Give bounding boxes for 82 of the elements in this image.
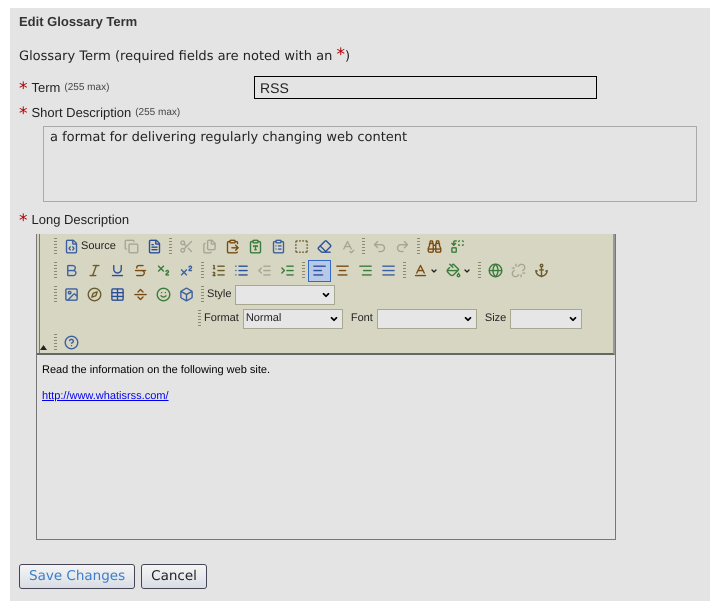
required-asterisk: * (19, 213, 28, 230)
indent-icon (280, 263, 295, 278)
subscript-icon (156, 263, 171, 278)
page-heading: Edit Glossary Term (19, 13, 138, 31)
combo-label: Style (207, 287, 232, 302)
combo-label: Size (484, 311, 506, 326)
smiley-icon (156, 287, 171, 302)
combo-label: Font (350, 311, 373, 326)
align-justify-icon (381, 263, 396, 278)
content-paragraph: Read the information on the following web site. (42, 362, 272, 378)
box-icon (179, 287, 194, 302)
toolbar-grip[interactable] (198, 310, 201, 328)
field-label: Short Description (32, 104, 132, 122)
binoculars-icon (426, 239, 442, 254)
clipboard-list-icon (270, 239, 286, 254)
help-icon (64, 335, 79, 350)
field-hint: (255 max) (135, 106, 180, 120)
copy-icon (124, 239, 139, 254)
underline-icon (110, 263, 125, 278)
superscript-icon (179, 263, 194, 278)
field-hint: (255 max) (64, 81, 110, 95)
text-color-icon (413, 263, 428, 278)
toolbar-grip[interactable] (416, 238, 420, 256)
horizontal-rule-icon (133, 287, 148, 302)
anchor-icon (534, 263, 549, 278)
caret-icon (430, 266, 438, 274)
undo-icon (372, 239, 387, 254)
toolbar-grip[interactable] (362, 238, 365, 256)
bold-icon (64, 263, 79, 278)
compass-icon (87, 287, 102, 302)
files-icon (202, 239, 217, 254)
toolbar-grip[interactable] (201, 286, 204, 304)
toolbar-grip[interactable] (403, 262, 406, 280)
redo-icon (394, 239, 410, 254)
numbered-list-icon (211, 263, 226, 278)
toolbar-grip[interactable] (54, 334, 57, 352)
unlink-icon (511, 263, 526, 278)
outdent-icon (257, 263, 272, 278)
collapse-triangle-icon[interactable] (40, 344, 47, 350)
field-label: Long Description (32, 210, 130, 229)
eraser-icon (316, 239, 332, 254)
dropdown-field[interactable] (376, 308, 477, 328)
file-code-icon (64, 239, 79, 254)
toolbar-button[interactable] (308, 260, 331, 282)
toolbar-grip[interactable] (478, 262, 481, 280)
dropdown-field[interactable] (235, 284, 336, 304)
dropdown-field[interactable] (510, 308, 582, 328)
table-icon (110, 287, 125, 302)
toolbar-grip[interactable] (168, 238, 172, 256)
toolbar-grip[interactable] (201, 262, 204, 280)
toolbar-grip[interactable] (54, 262, 57, 280)
clipboard-icon (224, 239, 240, 254)
required-asterisk: * (19, 106, 28, 123)
short-description-textarea[interactable]: a format for delivering regularly changing web content (43, 126, 697, 202)
toolbar-grip[interactable] (54, 238, 57, 256)
clipboard-text-icon (248, 239, 263, 254)
caret-icon (463, 266, 471, 274)
cancel-button[interactable]: Cancel (141, 564, 207, 588)
toolbar-grip[interactable] (54, 286, 57, 304)
document-icon (146, 239, 162, 254)
dashed-square-icon (294, 239, 309, 254)
italic-icon (87, 263, 102, 278)
align-left-icon (312, 263, 327, 278)
paint-bucket-icon (446, 263, 461, 278)
toolbar-grip[interactable] (302, 262, 305, 280)
intro-text: Glossary Term (required fields are noted with an *) (19, 44, 352, 67)
image-icon (64, 287, 79, 302)
term-input[interactable]: RSS (254, 76, 597, 99)
globe-icon (488, 263, 503, 278)
align-right-icon (358, 263, 373, 278)
field-label: Term (32, 78, 60, 97)
content-link[interactable]: http://www.whatisrss.com/ (42, 388, 169, 404)
strikethrough-icon (133, 263, 148, 278)
source-button[interactable]: Source (60, 236, 120, 258)
bullet-list-icon (234, 263, 249, 278)
dropdown-field[interactable]: Normal (242, 308, 343, 328)
scissors-icon (178, 239, 194, 254)
required-asterisk: * (19, 81, 28, 98)
combo-label: Format (204, 311, 239, 326)
dropdown-value: Normal (244, 311, 282, 326)
align-center-icon (335, 263, 350, 278)
replace-icon (450, 239, 465, 254)
